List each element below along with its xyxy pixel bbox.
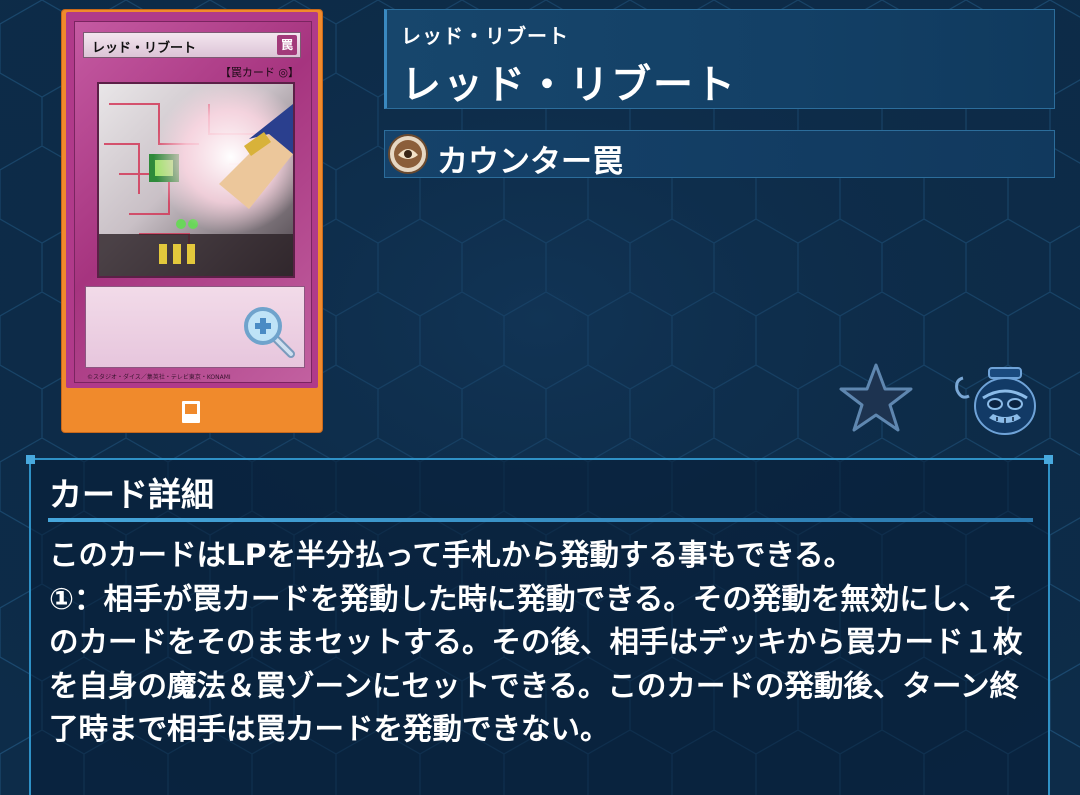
card-type-panel: カウンター罠 <box>384 130 1055 180</box>
card-artwork <box>97 82 295 278</box>
card-type-line: 【罠カード ◎】 <box>219 66 299 79</box>
card-name-panel: レッド・リブート レッド・リブート <box>384 9 1055 109</box>
card-footer <box>62 390 322 432</box>
counter-trap-icon <box>388 134 428 174</box>
card-thumbnail[interactable]: レッド・リブート 罠 【罠カード ◎】 ©スタジオ・ダイス／集英社・テレビ東京・… <box>62 10 322 432</box>
star-icon <box>839 363 913 432</box>
card-name: レッド・リブート <box>92 41 197 56</box>
panel-corner <box>26 455 35 464</box>
detail-heading: カード詳細 <box>49 475 214 514</box>
card-detail-panel: カード詳細 このカードはLPを半分払って手札から発動する事もできる。 ①：相手が… <box>26 455 1053 795</box>
pot-mascot-icon <box>955 367 1036 435</box>
card-type-label: カウンター罠 <box>437 144 623 180</box>
card-attribute: 罠 <box>277 35 297 55</box>
card-copyright: ©スタジオ・ダイス／集英社・テレビ東京・KONAMI <box>87 374 231 381</box>
panel-corner <box>1044 455 1053 464</box>
card-icon <box>182 401 200 423</box>
heading-divider <box>48 518 1033 522</box>
zoom-in-button[interactable] <box>239 302 299 362</box>
favorite-button[interactable] <box>838 362 914 434</box>
card-name-reading: レッド・リブート <box>401 24 569 48</box>
card-name-title: レッド・リブート <box>401 62 737 108</box>
zoom-in-icon <box>244 307 295 358</box>
card-inner: レッド・リブート 罠 【罠カード ◎】 ©スタジオ・ダイス／集英社・テレビ東京・… <box>74 21 312 383</box>
card-effect-text: このカードはLPを半分払って手札から発動する事もできる。 ①：相手が罠カードを発… <box>49 538 1023 746</box>
card-face: レッド・リブート 罠 【罠カード ◎】 ©スタジオ・ダイス／集英社・テレビ東京・… <box>66 12 318 388</box>
card-name-bar: レッド・リブート 罠 <box>83 32 301 58</box>
mascot-button[interactable] <box>953 362 1039 436</box>
